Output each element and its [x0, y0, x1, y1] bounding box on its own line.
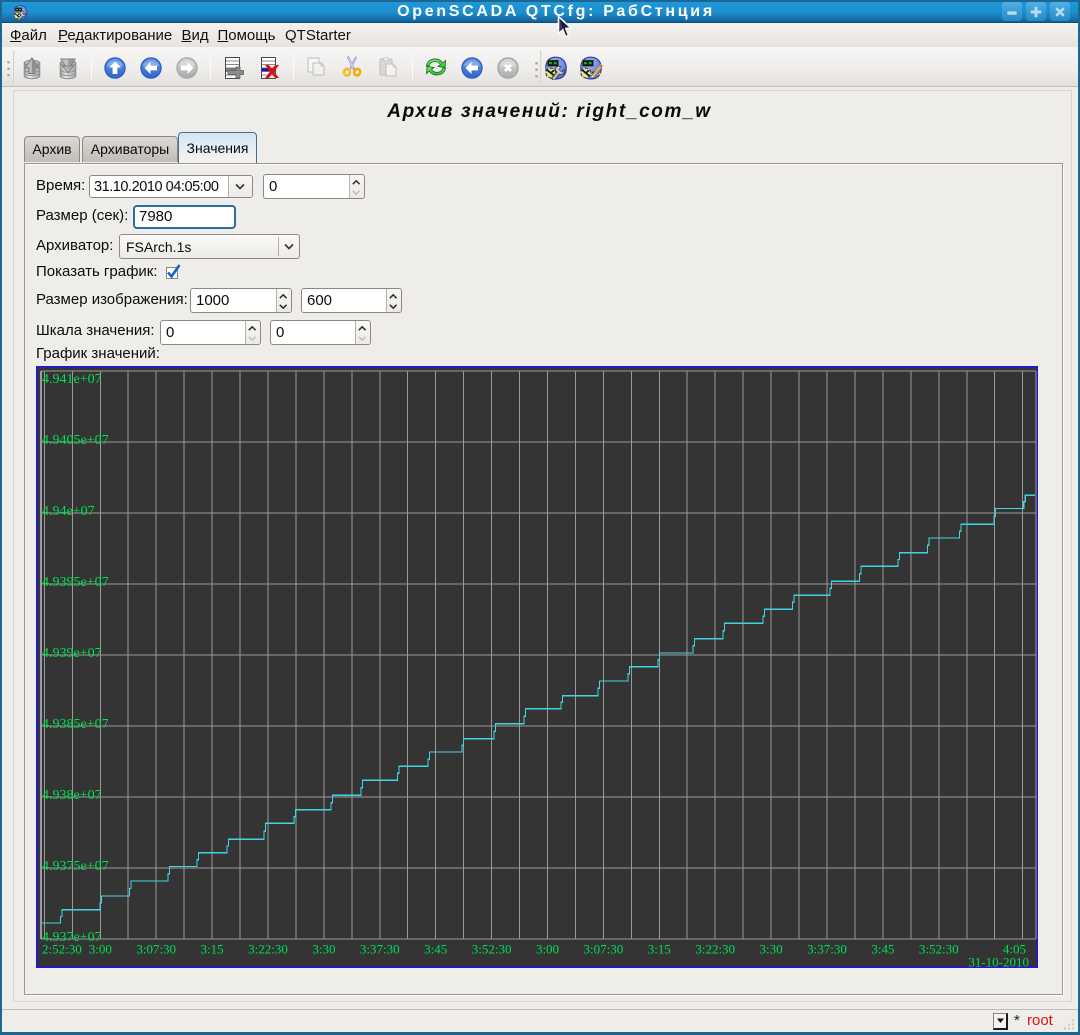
svg-text:2:52:30: 2:52:30 [42, 942, 82, 957]
svg-text:3:52:30: 3:52:30 [472, 942, 512, 957]
svg-text:4.938e+07: 4.938e+07 [42, 788, 102, 803]
svg-text:4.9395e+07: 4.9395e+07 [42, 575, 109, 590]
svg-text:4.941e+07: 4.941e+07 [42, 372, 102, 387]
svg-text:3:37:30: 3:37:30 [807, 942, 847, 957]
svg-text:4.9385e+07: 4.9385e+07 [42, 717, 109, 732]
svg-text:4.9405e+07: 4.9405e+07 [42, 433, 109, 448]
svg-text:3:00: 3:00 [536, 942, 559, 957]
svg-text:3:52:30: 3:52:30 [919, 942, 959, 957]
svg-text:3:00: 3:00 [89, 942, 112, 957]
svg-text:3:30: 3:30 [760, 942, 783, 957]
svg-text:4.9375e+07: 4.9375e+07 [42, 859, 109, 874]
svg-text:3:45: 3:45 [424, 942, 447, 957]
svg-text:31-10-2010: 31-10-2010 [968, 955, 1029, 969]
svg-text:3:45: 3:45 [871, 942, 894, 957]
svg-text:4.939e+07: 4.939e+07 [42, 646, 102, 661]
svg-text:3:37:30: 3:37:30 [360, 942, 400, 957]
svg-text:3:07:30: 3:07:30 [584, 942, 624, 957]
svg-text:3:22:30: 3:22:30 [695, 942, 735, 957]
svg-text:3:15: 3:15 [648, 942, 671, 957]
svg-text:3:22:30: 3:22:30 [248, 942, 288, 957]
svg-text:3:15: 3:15 [201, 942, 224, 957]
svg-text:4.94e+07: 4.94e+07 [42, 504, 95, 519]
svg-text:3:07:30: 3:07:30 [136, 942, 176, 957]
svg-text:3:30: 3:30 [312, 942, 335, 957]
